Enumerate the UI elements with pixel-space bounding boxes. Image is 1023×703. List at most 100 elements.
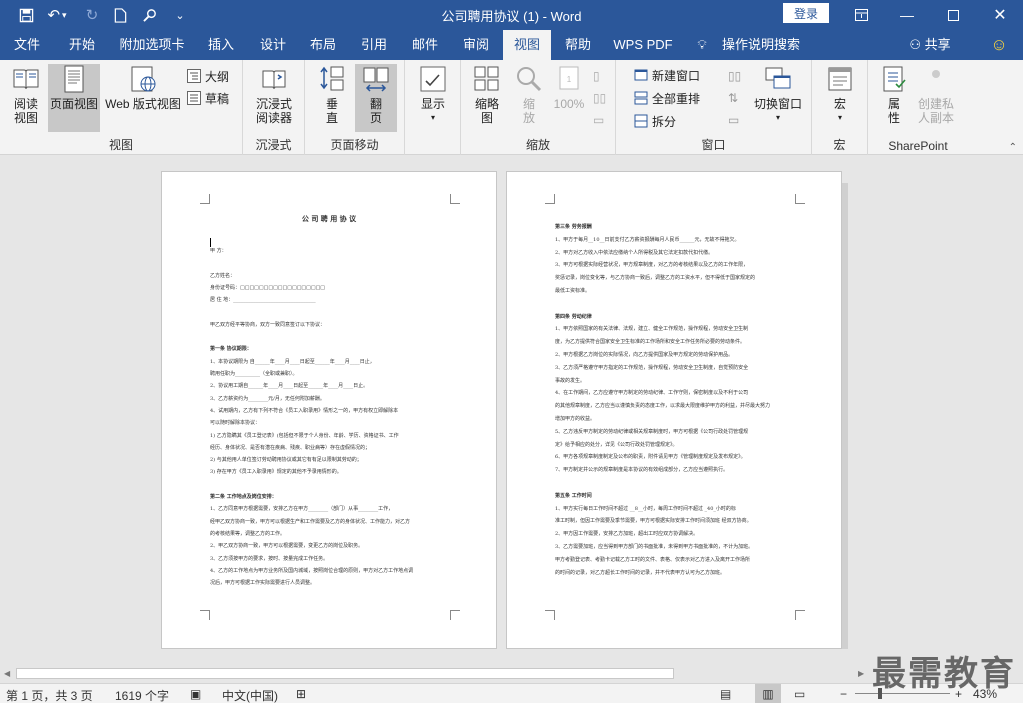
lightbulb-icon: 💡︎ xyxy=(697,37,707,52)
new-document-icon[interactable] xyxy=(108,4,132,26)
document-line: 居 住 地：_________________________________ xyxy=(210,297,316,304)
tab-wps-pdf[interactable]: WPS PDF xyxy=(606,30,680,60)
document-area[interactable]: 公 司 聘 用 协 议 甲 方： 乙方姓名： 身份证号码：□□□□□□□□□□□□□… xyxy=(0,156,1023,666)
tab-design[interactable]: 设计 xyxy=(248,30,298,60)
web-layout-button[interactable]: Web 版式视图 xyxy=(102,64,184,132)
ribbon-display-icon[interactable] xyxy=(838,0,884,30)
switch-windows-icon xyxy=(763,64,793,94)
collapse-ribbon-icon[interactable]: ⌃ xyxy=(1009,142,1017,153)
maximize-icon[interactable] xyxy=(930,0,976,30)
document-page-2[interactable]: 第三条 劳务报酬 1、甲方于每月__10__日前支付乙方薪资报酬每月人民币___… xyxy=(506,171,842,649)
tab-review[interactable]: 审阅 xyxy=(450,30,502,60)
split-button[interactable]: 拆分 xyxy=(634,111,676,131)
tab-view[interactable]: 视图 xyxy=(503,30,551,60)
document-line: 第四条 劳动纪律 xyxy=(555,313,592,320)
arrange-all-icon xyxy=(634,91,648,105)
share-label: 共享 xyxy=(924,37,951,52)
show-button[interactable]: 显示 ▾ xyxy=(411,64,455,132)
tab-help[interactable]: 帮助 xyxy=(553,30,603,60)
proofing-icon[interactable]: ▣ xyxy=(190,687,201,701)
tab-home[interactable]: 开始 xyxy=(56,30,108,60)
share-button[interactable]: ⚇ 共享 xyxy=(904,30,956,60)
word-count[interactable]: 1619 个字 xyxy=(115,687,169,703)
vertical-button[interactable]: 垂直 xyxy=(311,64,353,132)
tab-mailings[interactable]: 邮件 xyxy=(400,30,450,60)
document-line: 3) 存在甲方《员工入职录用》规定的其他不予录用情形的。 xyxy=(210,469,342,476)
smiley-feedback-icon[interactable]: ☺ xyxy=(986,30,1012,60)
accessibility-icon[interactable]: ⊞ xyxy=(296,687,306,701)
read-mode-button[interactable]: 阅读视图 xyxy=(6,64,46,132)
crop-mark xyxy=(450,610,460,620)
document-line: 2、甲方对乙方收入中依法应缴纳个人所得税及其它法定扣款代扣代缴。 xyxy=(555,249,714,256)
find-icon[interactable] xyxy=(138,4,162,26)
tab-addins[interactable]: 附加选项卡 xyxy=(110,30,194,60)
zoom-out-icon[interactable]: − xyxy=(840,687,847,701)
draft-icon xyxy=(187,91,201,105)
redo-icon[interactable]: ↻ xyxy=(80,4,104,26)
draft-button[interactable]: 草稿 xyxy=(187,88,229,108)
read-mode-status-icon[interactable]: ▤ xyxy=(720,687,731,701)
thumbnails-icon xyxy=(472,64,502,94)
print-layout-status-icon[interactable]: ▥ xyxy=(755,684,781,703)
immersive-reader-button[interactable]: 沉浸式阅读器 xyxy=(249,64,299,132)
magnifier-icon xyxy=(514,64,544,94)
switch-windows-button[interactable]: 切换窗口 ▾ xyxy=(748,64,808,132)
tab-layout[interactable]: 布局 xyxy=(298,30,348,60)
page-count[interactable]: 第 1 页，共 3 页 xyxy=(6,687,93,703)
new-window-button[interactable]: 新建窗口 xyxy=(634,65,700,85)
document-line: 奖惩记录，岗位变化等，与乙方协商一致后，调整乙方的工资水平，但不得低于国家规定的 xyxy=(555,275,756,282)
group-zoom: 缩略图 缩放 1 100% ▯ ▯▯ ▭ 缩放 xyxy=(461,60,616,155)
private-copy-icon xyxy=(921,64,951,94)
view-side-by-side-icon[interactable]: ▯▯ xyxy=(728,66,741,86)
document-line: 经甲乙双方协商一致，甲方可以根据生产和工作需要及乙方的身体状况、工作能力，对乙方 xyxy=(210,518,411,525)
properties-button[interactable]: 属性 xyxy=(874,64,914,132)
horizontal-scrollbar[interactable]: ◀ ▶ xyxy=(0,666,1023,682)
web-layout-status-icon[interactable]: ▭ xyxy=(794,687,805,701)
document-page-1[interactable]: 公 司 聘 用 协 议 甲 方： 乙方姓名： 身份证号码：□□□□□□□□□□□□□… xyxy=(161,171,497,649)
create-private-copy-button[interactable]: 创建私人副本 xyxy=(914,64,958,132)
outline-button[interactable]: 大纲 xyxy=(187,66,229,86)
synchronous-scrolling-icon[interactable]: ⇅ xyxy=(728,88,738,108)
minimize-icon[interactable]: — xyxy=(884,0,930,30)
group-label-page-movement: 页面移动 xyxy=(330,138,379,152)
text-cursor xyxy=(210,238,211,247)
side-to-side-button[interactable]: 翻页 xyxy=(355,64,397,132)
scroll-thumb[interactable] xyxy=(16,668,674,679)
print-layout-button[interactable]: 页面视图 xyxy=(48,64,100,132)
group-label-views: 视图 xyxy=(108,138,133,152)
document-line: 4、试用期内，乙方有下列不符合《员工入职录用》情形之一的，甲方有权立即解除本 xyxy=(210,407,399,414)
login-button[interactable]: 登录 xyxy=(783,3,829,23)
tab-insert[interactable]: 插入 xyxy=(196,30,246,60)
thumbnails-button[interactable]: 缩略图 xyxy=(467,64,507,132)
tab-references[interactable]: 引用 xyxy=(348,30,400,60)
macros-button[interactable]: 宏 ▾ xyxy=(820,64,860,132)
reset-window-position-icon[interactable]: ▭ xyxy=(728,110,739,130)
close-icon[interactable]: ✕ xyxy=(977,0,1023,30)
group-page-movement: 垂直 翻页 页面移动 xyxy=(305,60,405,155)
scroll-right-icon[interactable]: ▶ xyxy=(858,669,864,678)
group-sharepoint: 属性 创建私人副本 SharePoint ⌃ xyxy=(868,60,1023,155)
document-line: 2) 与其他用人单位签订劳动聘用协议或其它有有足以限制其劳动的； xyxy=(210,457,362,464)
undo-icon[interactable]: ↶ ▾ xyxy=(42,4,72,26)
arrange-all-button[interactable]: 全部重排 xyxy=(634,88,700,108)
document-line: 度，为乙方提供符合国家安全卫生标准的工作场所和安全工作任务所必要的劳动条件。 xyxy=(555,339,746,346)
language[interactable]: 中文(中国) xyxy=(222,687,278,703)
page-width-icon[interactable]: ▭ xyxy=(593,110,604,130)
zoom-100-button[interactable]: 1 100% xyxy=(551,64,587,132)
scroll-left-icon[interactable]: ◀ xyxy=(4,669,10,678)
multiple-pages-icon[interactable]: ▯▯ xyxy=(593,88,606,108)
save-icon[interactable] xyxy=(14,4,38,26)
dropdown-arrow-icon: ▾ xyxy=(837,113,842,122)
document-line: 事故的发生。 xyxy=(555,377,586,384)
tell-me-search[interactable]: 操作说明搜索 xyxy=(718,30,804,60)
customize-toolbar-icon[interactable]: ⌄ xyxy=(168,4,192,26)
print-layout-icon xyxy=(59,64,89,94)
zoom-button[interactable]: 缩放 xyxy=(509,64,549,132)
document-line: 身份证号码：□□□□□□□□□□□□□□□□□□ xyxy=(210,284,326,291)
tab-file[interactable]: 文件 xyxy=(0,30,54,60)
one-page-icon[interactable]: ▯ xyxy=(593,66,600,86)
group-label-zoom: 缩放 xyxy=(525,138,550,152)
outline-icon xyxy=(187,69,201,83)
group-label-window: 窗口 xyxy=(701,138,726,152)
group-immersive: 沉浸式阅读器 沉浸式 xyxy=(243,60,305,155)
